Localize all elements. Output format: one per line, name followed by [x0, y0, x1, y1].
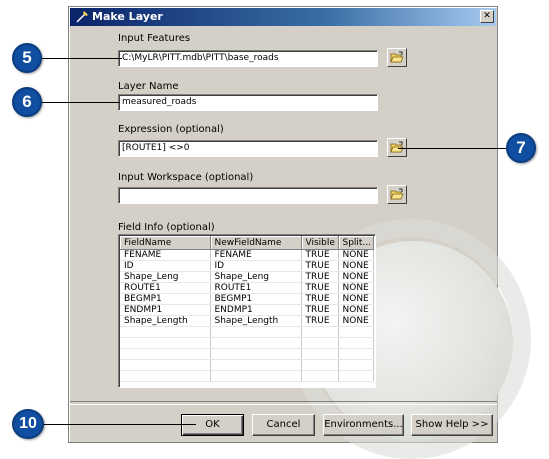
input-features-browse-button[interactable]	[387, 48, 407, 67]
callout-7: 7	[506, 133, 536, 163]
cell-empty[interactable]	[210, 337, 302, 349]
table-row[interactable]: Shape_Leng Shape_Leng TRUE NONE	[120, 271, 374, 283]
cell-empty[interactable]	[120, 326, 211, 338]
cell-empty[interactable]	[301, 337, 339, 349]
cell-newfieldname[interactable]: ID	[210, 260, 302, 272]
cell-fieldname[interactable]: ID	[120, 260, 211, 272]
cell-empty[interactable]	[301, 348, 339, 360]
field-info-table: FieldName NewFieldName Visible Split... …	[120, 236, 374, 382]
expression-field[interactable]: [ROUTE1] <>0	[118, 140, 378, 157]
cell-empty[interactable]	[338, 359, 374, 371]
column-header-fieldname[interactable]: FieldName	[120, 236, 211, 250]
cell-newfieldname[interactable]: Shape_Length	[210, 315, 302, 327]
cell-empty[interactable]	[301, 370, 339, 382]
callout-7-leader	[398, 148, 506, 149]
cancel-button[interactable]: Cancel	[252, 414, 315, 436]
title-bar[interactable]: Make Layer ✕	[70, 8, 496, 26]
cell-split[interactable]: NONE	[338, 249, 374, 261]
cell-newfieldname[interactable]: BEGMP1	[210, 293, 302, 305]
cell-split[interactable]: NONE	[338, 260, 374, 272]
cell-empty[interactable]	[210, 370, 302, 382]
cell-empty[interactable]	[338, 370, 374, 382]
cell-empty[interactable]	[120, 348, 211, 360]
cell-empty[interactable]	[338, 337, 374, 349]
cell-empty[interactable]	[210, 359, 302, 371]
table-row[interactable]: ENDMP1 ENDMP1 TRUE NONE	[120, 304, 374, 316]
cell-visible[interactable]: TRUE	[301, 249, 339, 261]
cell-split[interactable]: NONE	[338, 282, 374, 294]
column-header-split[interactable]: Split...	[338, 236, 374, 250]
tool-icon	[76, 11, 88, 23]
show-help-button[interactable]: Show Help >>	[411, 414, 493, 436]
callout-5-leader	[40, 58, 122, 59]
column-header-newfieldname[interactable]: NewFieldName	[210, 236, 302, 250]
cell-empty[interactable]	[338, 348, 374, 360]
cell-visible[interactable]: TRUE	[301, 315, 339, 327]
cell-visible[interactable]: TRUE	[301, 260, 339, 272]
cell-empty[interactable]	[338, 326, 374, 338]
input-features-field[interactable]: C:\MyLR\PITT.mdb\PITT\base_roads	[118, 50, 378, 67]
table-row[interactable]: BEGMP1 BEGMP1 TRUE NONE	[120, 293, 374, 305]
field-info-grid[interactable]: FieldName NewFieldName Visible Split... …	[118, 234, 376, 388]
layer-name-field[interactable]: measured_roads	[118, 94, 378, 111]
cell-split[interactable]: NONE	[338, 315, 374, 327]
input-features-label: Input Features	[118, 33, 191, 44]
table-row[interactable]	[120, 326, 374, 338]
input-workspace-field[interactable]	[118, 187, 378, 204]
table-row[interactable]	[120, 370, 374, 382]
cell-newfieldname[interactable]: ENDMP1	[210, 304, 302, 316]
table-row[interactable]	[120, 359, 374, 371]
input-workspace-browse-button[interactable]	[387, 185, 407, 204]
callout-10-leader	[40, 424, 196, 425]
table-row[interactable]: ROUTE1 ROUTE1 TRUE NONE	[120, 282, 374, 294]
folder-open-icon	[390, 51, 404, 63]
ok-button[interactable]: OK	[181, 414, 244, 436]
table-row[interactable]	[120, 337, 374, 349]
cell-fieldname[interactable]: Shape_Leng	[120, 271, 211, 283]
cell-empty[interactable]	[120, 370, 211, 382]
callout-5: 5	[12, 43, 42, 73]
cell-empty[interactable]	[301, 359, 339, 371]
cell-visible[interactable]: TRUE	[301, 271, 339, 283]
column-header-visible[interactable]: Visible	[301, 236, 339, 250]
close-button[interactable]: ✕	[480, 10, 494, 23]
cell-split[interactable]: NONE	[338, 293, 374, 305]
field-info-label: Field Info (optional)	[118, 222, 215, 233]
field-info-header-row: FieldName NewFieldName Visible Split...	[120, 236, 374, 250]
cell-split[interactable]: NONE	[338, 271, 374, 283]
cell-newfieldname[interactable]: Shape_Leng	[210, 271, 302, 283]
folder-open-icon	[390, 188, 404, 200]
cell-empty[interactable]	[120, 359, 211, 371]
cell-newfieldname[interactable]: FENAME	[210, 249, 302, 261]
callout-6: 6	[12, 87, 42, 117]
table-row[interactable]: FENAME FENAME TRUE NONE	[120, 249, 374, 261]
table-row[interactable]	[120, 348, 374, 360]
cell-fieldname[interactable]: BEGMP1	[120, 293, 211, 305]
cell-empty[interactable]	[210, 348, 302, 360]
button-divider	[70, 401, 497, 405]
cell-empty[interactable]	[120, 337, 211, 349]
dialog-title: Make Layer	[92, 10, 163, 23]
layer-name-label: Layer Name	[118, 81, 179, 92]
cell-fieldname[interactable]: ROUTE1	[120, 282, 211, 294]
cell-fieldname[interactable]: FENAME	[120, 249, 211, 261]
cell-visible[interactable]: TRUE	[301, 304, 339, 316]
environments-button[interactable]: Environments...	[323, 414, 404, 436]
cell-visible[interactable]: TRUE	[301, 293, 339, 305]
cell-empty[interactable]	[301, 326, 339, 338]
table-row[interactable]: ID ID TRUE NONE	[120, 260, 374, 272]
cell-visible[interactable]: TRUE	[301, 282, 339, 294]
cell-empty[interactable]	[210, 326, 302, 338]
expression-label: Expression (optional)	[118, 124, 224, 135]
input-workspace-label: Input Workspace (optional)	[118, 172, 254, 183]
table-row[interactable]: Shape_Length Shape_Length TRUE NONE	[120, 315, 374, 327]
cell-split[interactable]: NONE	[338, 304, 374, 316]
callout-6-leader	[40, 102, 120, 103]
cell-newfieldname[interactable]: ROUTE1	[210, 282, 302, 294]
close-icon: ✕	[483, 11, 491, 21]
cell-fieldname[interactable]: ENDMP1	[120, 304, 211, 316]
callout-10: 10	[12, 409, 44, 439]
cell-fieldname[interactable]: Shape_Length	[120, 315, 211, 327]
